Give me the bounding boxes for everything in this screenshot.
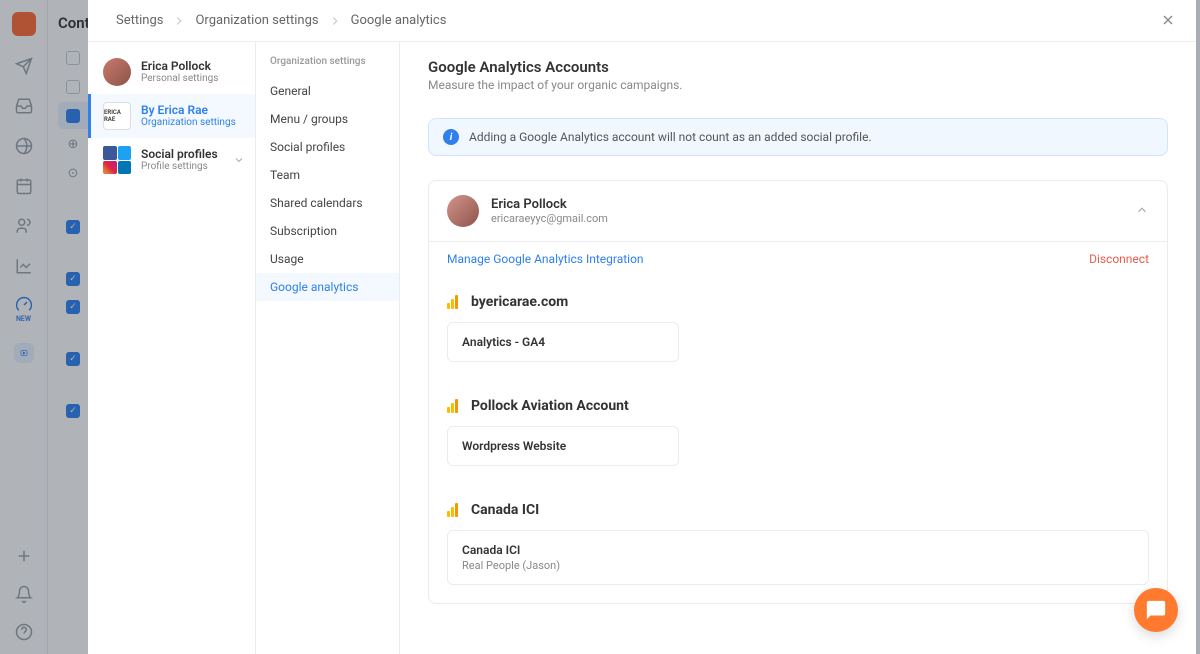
property-canada-ici: Canada ICI Canada ICI Real People (Jason… — [429, 484, 1167, 603]
social-profiles-icon — [103, 146, 131, 174]
google-analytics-icon — [447, 503, 461, 517]
info-icon: i — [443, 129, 459, 145]
account-personal[interactable]: Erica Pollock Personal settings — [88, 50, 255, 94]
google-analytics-icon — [447, 295, 461, 309]
property-byericarae: byericarae.com Analytics - GA4 — [429, 276, 1167, 380]
google-analytics-icon — [447, 399, 461, 413]
info-banner: i Adding a Google Analytics account will… — [428, 118, 1168, 156]
property-pollock-aviation: Pollock Aviation Account Wordpress Websi… — [429, 380, 1167, 484]
breadcrumb-settings[interactable]: Settings — [112, 13, 167, 28]
close-button[interactable] — [1160, 12, 1176, 32]
ga-account-card: Erica Pollock ericaraeyyc@gmail.com Mana… — [428, 180, 1168, 604]
nav-google-analytics[interactable]: Google analytics — [256, 273, 399, 301]
property-title: Canada ICI — [471, 502, 539, 518]
nav-general[interactable]: General — [256, 77, 399, 105]
avatar — [447, 195, 479, 227]
page-subtitle: Measure the impact of your organic campa… — [428, 78, 1168, 92]
chat-support-button[interactable] — [1134, 588, 1178, 632]
property-item[interactable]: Canada ICI Real People (Jason) — [447, 530, 1149, 585]
account-organization[interactable]: ERICA RAE By Erica Rae Organization sett… — [88, 94, 255, 138]
manage-integration-link[interactable]: Manage Google Analytics Integration — [447, 252, 644, 266]
breadcrumb: Settings Organization settings Google an… — [88, 0, 1196, 42]
ga-account-email: ericaraeyyc@gmail.com — [491, 212, 1127, 225]
chevron-up-icon — [1135, 202, 1149, 221]
property-title: Pollock Aviation Account — [471, 398, 629, 414]
nav-shared-calendars[interactable]: Shared calendars — [256, 189, 399, 217]
main-content: Google Analytics Accounts Measure the im… — [400, 42, 1196, 654]
breadcrumb-current: Google analytics — [347, 13, 451, 28]
breadcrumb-orgsettings[interactable]: Organization settings — [191, 13, 322, 28]
chevron-right-icon — [323, 14, 347, 28]
nav-usage[interactable]: Usage — [256, 245, 399, 273]
chevron-right-icon — [167, 14, 191, 28]
accounts-column: Erica Pollock Personal settings ERICA RA… — [88, 42, 256, 654]
settings-modal: Settings Organization settings Google an… — [88, 0, 1196, 654]
disconnect-link[interactable]: Disconnect — [1089, 252, 1149, 266]
property-item[interactable]: Wordpress Website — [447, 426, 679, 466]
ga-account-name: Erica Pollock — [491, 197, 1127, 212]
info-message: Adding a Google Analytics account will n… — [469, 130, 872, 144]
ga-account-header[interactable]: Erica Pollock ericaraeyyc@gmail.com — [429, 181, 1167, 242]
account-social-profiles[interactable]: Social profiles Profile settings — [88, 138, 255, 182]
nav-subscription[interactable]: Subscription — [256, 217, 399, 245]
page-title: Google Analytics Accounts — [428, 58, 1168, 76]
nav-team[interactable]: Team — [256, 161, 399, 189]
orgnav-header: Organization settings — [256, 56, 399, 77]
chevron-down-icon — [233, 151, 245, 170]
property-title: byericarae.com — [471, 294, 568, 310]
nav-social-profiles[interactable]: Social profiles — [256, 133, 399, 161]
org-logo-icon: ERICA RAE — [103, 102, 131, 130]
nav-menu-groups[interactable]: Menu / groups — [256, 105, 399, 133]
property-item[interactable]: Analytics - GA4 — [447, 322, 679, 362]
avatar — [103, 58, 131, 86]
org-settings-nav: Organization settings General Menu / gro… — [256, 42, 400, 654]
